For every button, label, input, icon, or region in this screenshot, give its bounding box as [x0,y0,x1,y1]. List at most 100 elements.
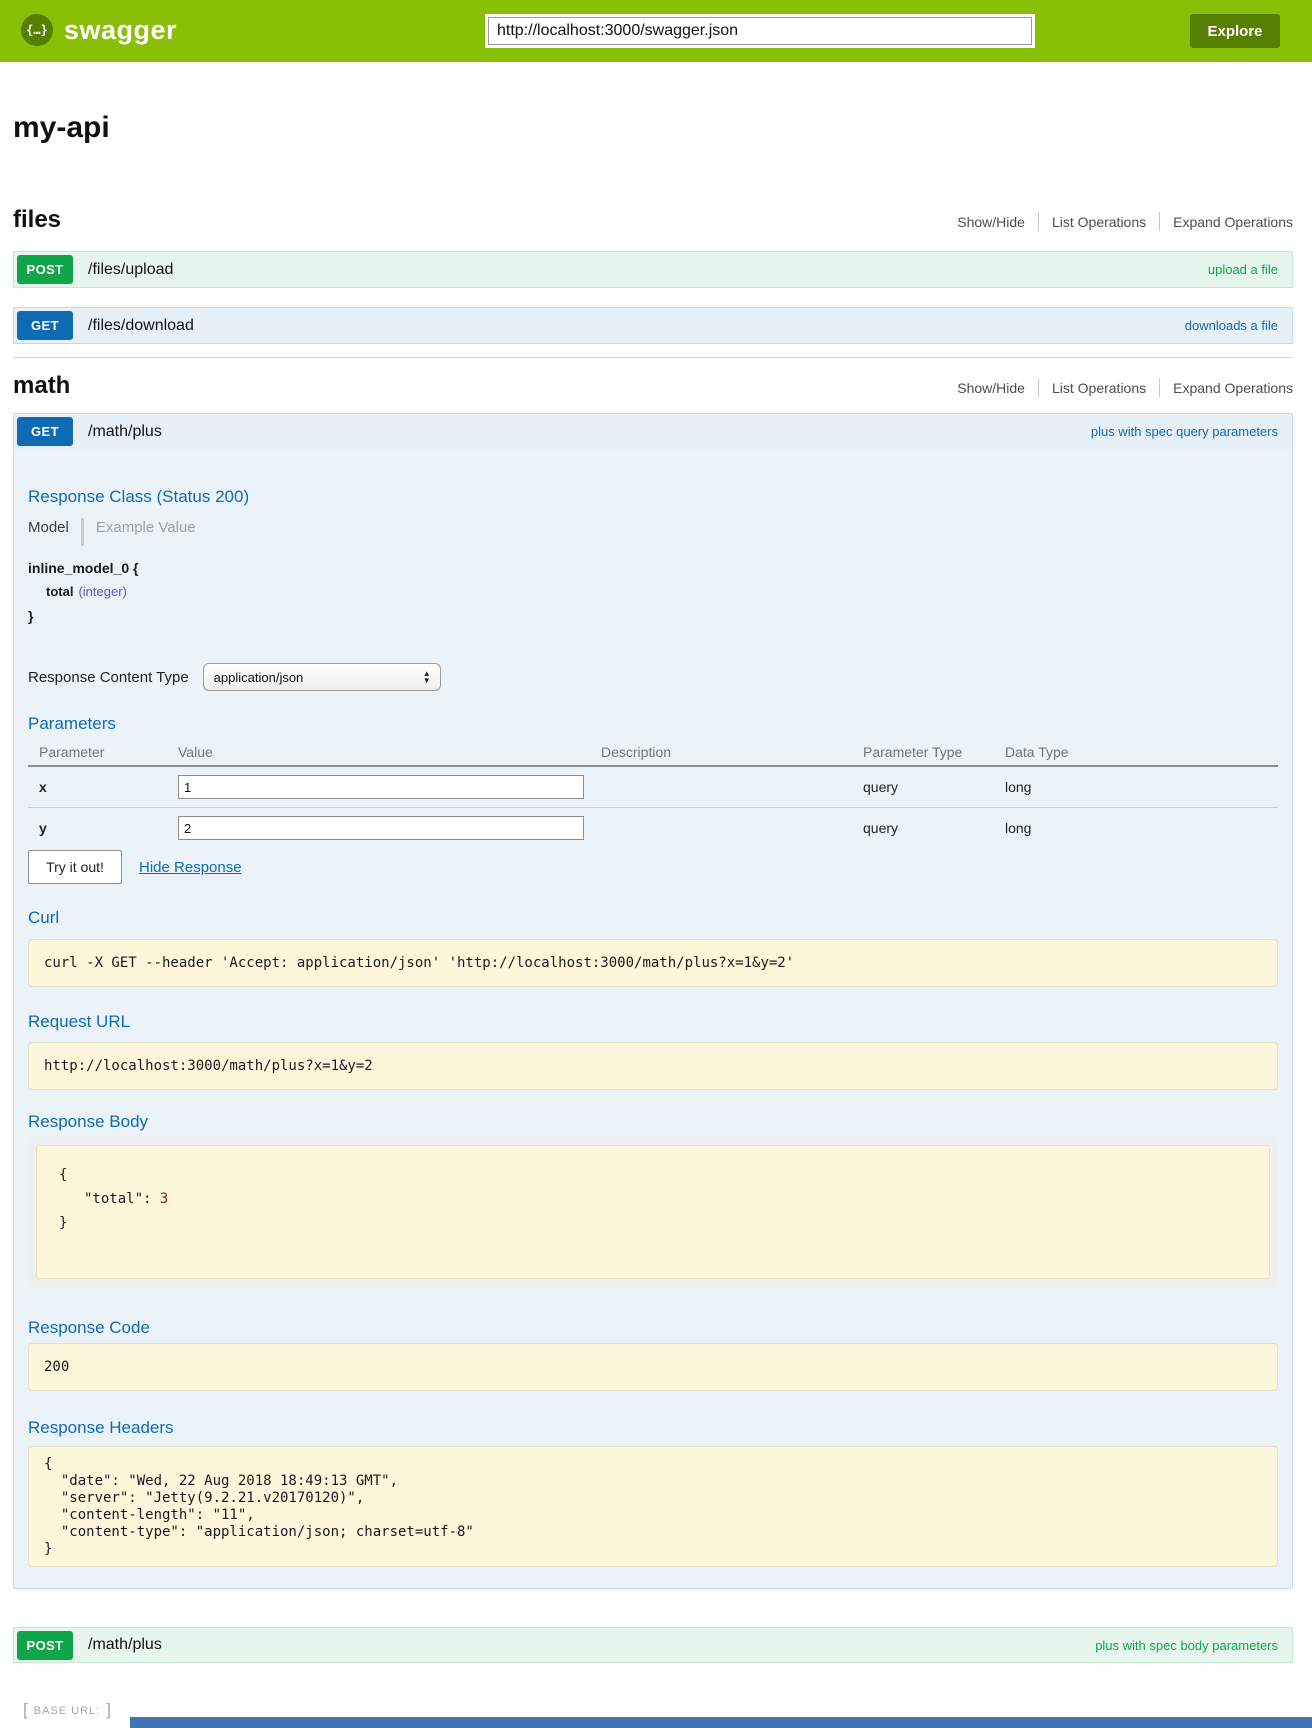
operation-path-math-plus-get[interactable]: /math/plus [88,423,162,441]
bottom-strip [130,1717,1312,1728]
files-show-hide-link[interactable]: Show/Hide [957,214,1025,230]
operation-path-math-plus-post[interactable]: /math/plus [88,1636,162,1654]
operation-detail-math-plus-get: Response Class (Status 200) Model Exampl… [13,449,1293,1589]
response-class-heading: Response Class (Status 200) [28,487,1278,507]
parameter-type: query [853,766,995,808]
json-open-brace: { [59,1163,1249,1187]
operation-summary-files-upload[interactable]: upload a file [1208,262,1278,277]
brand-title: swagger [64,15,177,46]
operation-row-files-upload[interactable]: POST /files/upload upload a file [13,251,1293,288]
files-expand-operations-link[interactable]: Expand Operations [1173,214,1293,230]
parameter-row-x: x query long [28,766,1278,808]
column-description: Description [591,741,853,766]
response-headers-container: { "date": "Wed, 22 Aug 2018 18:49:13 GMT… [28,1446,1278,1567]
parameter-name: y [28,808,168,849]
section-title-files[interactable]: files [13,206,61,234]
arrow-down-icon: ▼ [423,677,431,684]
method-badge-post: POST [17,255,73,284]
swagger-logo-icon: {…} [21,14,53,46]
json-key: "total" [84,1191,143,1207]
link-divider [1038,378,1039,397]
parameters-header-row: Parameter Value Description Parameter Ty… [28,741,1278,766]
model-signature-property: total (integer) [28,584,1278,600]
parameter-data-type: long [995,766,1278,808]
operation-path-files-download[interactable]: /files/download [88,317,194,335]
response-code-value: 200 [28,1343,1278,1391]
response-body-container: { "total": 3 } [28,1137,1278,1287]
hide-response-link[interactable]: Hide Response [139,859,242,876]
math-section-links: Show/Hide List Operations Expand Operati… [957,378,1293,400]
model-signature: inline_model_0 { total(integer) } [28,560,1278,624]
response-content-type-select[interactable]: application/json ▲ ▼ [203,663,441,691]
curl-command: curl -X GET --header 'Accept: applicatio… [28,939,1278,987]
curl-heading: Curl [28,908,1278,928]
property-type: (integer) [78,584,126,599]
response-content-type-row: Response Content Type application/json ▲… [28,663,1278,691]
column-parameter: Parameter [28,741,168,766]
response-body-json: { "total": 3 } [36,1145,1270,1279]
column-parameter-type: Parameter Type [853,741,995,766]
tab-model[interactable]: Model [28,518,69,538]
spec-url-input[interactable] [485,14,1035,48]
operation-summary-files-download[interactable]: downloads a file [1185,318,1278,333]
parameters-heading: Parameters [28,714,1278,734]
column-data-type: Data Type [995,741,1278,766]
operation-row-math-plus-get[interactable]: GET /math/plus plus with spec query para… [13,413,1293,449]
math-show-hide-link[interactable]: Show/Hide [957,380,1025,396]
parameter-row-y: y query long [28,808,1278,849]
response-code-heading: Response Code [28,1318,1278,1338]
parameter-description [591,766,853,808]
method-badge-get: GET [17,417,73,446]
method-badge-get: GET [17,311,73,340]
model-tabs: Model Example Value [28,518,1278,546]
page-title: my-api [13,110,1293,146]
select-arrows-icon: ▲ ▼ [423,670,431,684]
json-close-brace: } [59,1211,1249,1235]
page-body: my-api files Show/Hide List Operations E… [13,110,1293,1718]
operation-path-files-upload[interactable]: /files/upload [88,261,173,279]
parameter-x-input[interactable] [178,775,584,799]
selected-option: application/json [214,670,304,685]
section-divider [13,357,1293,358]
operation-row-math-plus-post[interactable]: POST /math/plus plus with spec body para… [13,1627,1293,1663]
json-total-line: "total": 3 [59,1187,1249,1211]
json-colon: : [143,1191,160,1207]
operation-summary-math-plus-post[interactable]: plus with spec body parameters [1095,1638,1278,1653]
tab-divider [81,518,84,546]
parameter-y-input[interactable] [178,816,584,840]
base-url-footer: [ BASE URL: ] [23,1701,1293,1718]
section-title-math[interactable]: math [13,372,70,400]
response-headers-heading: Response Headers [28,1418,1278,1438]
math-expand-operations-link[interactable]: Expand Operations [1173,380,1293,396]
response-headers-json: { "date": "Wed, 22 Aug 2018 18:49:13 GMT… [44,1456,1262,1558]
parameters-table: Parameter Value Description Parameter Ty… [28,741,1278,848]
operation-row-files-download[interactable]: GET /files/download downloads a file [13,307,1293,344]
files-section-links: Show/Hide List Operations Expand Operati… [957,212,1293,234]
link-divider [1038,212,1039,231]
try-it-out-button[interactable]: Try it out! [28,850,122,884]
model-signature-close: } [28,608,1278,624]
base-url-label: BASE URL: [34,1703,100,1717]
math-section-header: math Show/Hide List Operations Expand Op… [13,372,1293,400]
swagger-brand[interactable]: {…} swagger [21,14,177,46]
operation-summary-math-plus-get[interactable]: plus with spec query parameters [1091,424,1278,439]
parameter-data-type: long [995,808,1278,849]
method-badge-post: POST [17,1631,73,1660]
files-section-header: files Show/Hide List Operations Expand O… [13,206,1293,234]
files-list-operations-link[interactable]: List Operations [1052,214,1146,230]
column-value: Value [168,741,591,766]
parameter-description [591,808,853,849]
request-url-heading: Request URL [28,1012,1278,1032]
link-divider [1159,378,1160,397]
property-name: total [46,584,73,599]
json-value: 3 [160,1191,168,1207]
top-bar: {…} swagger Explore [0,0,1312,62]
response-body-heading: Response Body [28,1112,1278,1132]
tab-example-value[interactable]: Example Value [96,518,196,538]
explore-button[interactable]: Explore [1190,14,1280,48]
link-divider [1159,212,1160,231]
base-url-bracket-open: [ [23,1701,28,1718]
response-content-type-label: Response Content Type [28,669,189,686]
math-list-operations-link[interactable]: List Operations [1052,380,1146,396]
parameter-name: x [28,766,168,808]
